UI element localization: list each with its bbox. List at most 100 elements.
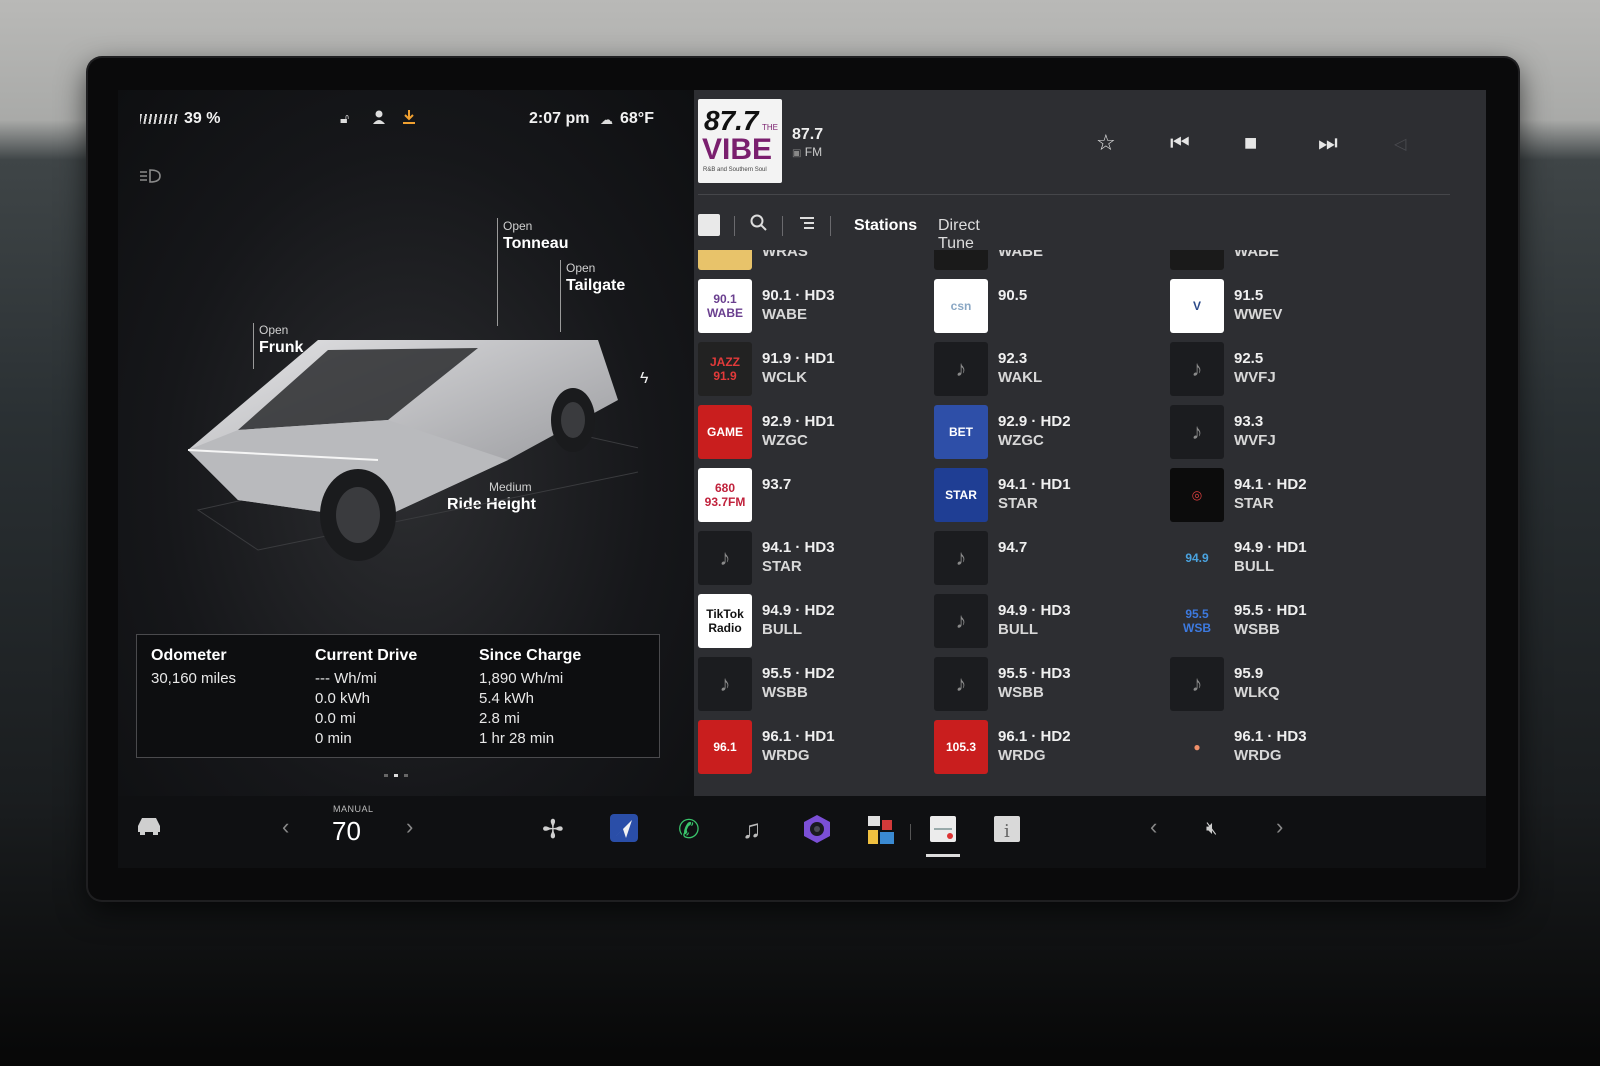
lock-icon[interactable]: 🔓︎ [340, 110, 349, 127]
clock: 2:07 pm [529, 110, 590, 127]
next-track-icon[interactable]: ⏭︎ [1318, 130, 1338, 156]
station-tile[interactable]: TikTok Radio 94.9 · HD2 BULL [698, 594, 928, 650]
page-indicator[interactable] [384, 764, 424, 777]
since-charge-duration: 1 hr 28 min [479, 730, 555, 747]
car-icon[interactable] [134, 814, 164, 842]
odometer-title: Odometer [151, 647, 227, 664]
station-frequency: 94.1 · HD1 [998, 476, 1071, 493]
station-tile[interactable]: ♪ 95.5 · HD3 WSBB [934, 657, 1164, 713]
station-callsign: WWEV [1234, 306, 1283, 323]
station-tile[interactable]: JAZZ 91.9 91.9 · HD1 WCLK [698, 342, 928, 398]
source-radio-icon[interactable] [698, 214, 720, 236]
music-note-icon: ♪ [1170, 405, 1224, 459]
charge-port-icon[interactable]: ϟ [640, 370, 648, 388]
station-logo: 105.3 [934, 720, 988, 774]
station-tile[interactable]: ♪ 92.3 WAKL [934, 342, 1164, 398]
search-icon[interactable] [750, 214, 768, 237]
station-tile[interactable]: ♪ 93.3 WVFJ [1170, 405, 1400, 461]
station-tile[interactable]: BET 92.9 · HD2 WZGC [934, 405, 1164, 461]
station-frequency: 93.3 [1234, 413, 1264, 430]
weather-icon: ☁ [600, 112, 613, 127]
station-callsign: WSBB [762, 684, 808, 701]
station-grid: HD88.5 · HD3WRAS BE90.1 · HD1WABE BE90.1 ·… [694, 250, 1486, 796]
station-frequency: 94.9 · HD2 [762, 602, 835, 619]
now-playing-station-logo: 87.7 THE VIBE R&B and Southern Soul [698, 99, 782, 183]
volume-down-chevron-icon[interactable]: ‹ [1150, 814, 1157, 840]
station-logo: JAZZ 91.9 [698, 342, 752, 396]
toybox-app-icon[interactable] [866, 814, 896, 853]
station-frequency: 95.5 · HD2 [762, 665, 835, 682]
now-playing-frequency: 87.7 [792, 126, 824, 143]
station-frequency: 90.5 [998, 287, 1028, 304]
station-frequency: 95.5 · HD1 [1234, 602, 1307, 619]
station-tile[interactable]: HD88.5 · HD3WRAS [698, 250, 928, 272]
cabin-temperature[interactable]: 70 [332, 816, 361, 847]
station-tile[interactable]: ♪ 94.1 · HD3 STAR [698, 531, 928, 587]
station-tile[interactable]: STAR 94.1 · HD1 STAR [934, 468, 1164, 524]
station-tile[interactable]: ♪ 94.9 · HD3 BULL [934, 594, 1164, 650]
station-tile[interactable]: BE90.1 · HD2WABE [1170, 250, 1400, 272]
music-note-icon: ♪ [698, 531, 752, 585]
station-logo: V [1170, 279, 1224, 333]
station-frequency: 94.9 · HD1 [1234, 539, 1307, 556]
favorite-star-icon[interactable]: ☆ [1096, 130, 1116, 156]
station-frequency: 92.3 [998, 350, 1028, 367]
volume-muted-icon[interactable]: 🔇︎ [1206, 818, 1217, 839]
current-drive-title: Current Drive [315, 647, 418, 664]
odometer-section: Odometer 30,160 miles [151, 647, 236, 689]
station-tile[interactable]: ♪ 95.5 · HD2 WSBB [698, 657, 928, 713]
odometer-value: 30,160 miles [151, 670, 237, 687]
station-tile[interactable]: ◎ 94.1 · HD2 STAR [1170, 468, 1400, 524]
camera-app-icon[interactable] [802, 814, 832, 851]
music-note-icon: ♪ [698, 657, 752, 711]
station-tile[interactable]: ♪ 92.5 WVFJ [1170, 342, 1400, 398]
outside-temperature: 68°F [620, 110, 654, 127]
tab-direct-tune[interactable]: Direct Tune [938, 217, 980, 253]
current-drive-section: Current Drive --- Wh/mi 0.0 kWh 0.0 mi 0… [315, 647, 417, 749]
station-callsign: WSBB [998, 684, 1044, 701]
trip-stats-card[interactable]: Odometer 30,160 miles Current Drive --- … [136, 634, 660, 758]
station-tile[interactable]: ♪ 94.7 [934, 531, 1164, 587]
station-tile[interactable]: BE90.1 · HD1WABE [934, 250, 1164, 272]
station-tile[interactable]: 96.1 96.1 · HD1 WRDG [698, 720, 928, 776]
station-tile[interactable]: 90.1 WABE 90.1 · HD3 WABE [698, 279, 928, 335]
station-callsign: WRAS [762, 250, 808, 260]
profile-icon[interactable] [372, 109, 386, 125]
station-frequency: 94.7 [998, 539, 1028, 556]
station-logo: STAR [934, 468, 988, 522]
download-icon[interactable] [402, 109, 416, 125]
station-tile[interactable]: 94.9 94.9 · HD1 BULL [1170, 531, 1400, 587]
station-tile[interactable]: 95.5 WSB 95.5 · HD1 WSBB [1170, 594, 1400, 650]
radio-app-icon[interactable] [928, 814, 958, 851]
previous-track-icon[interactable]: ⏮︎ [1170, 130, 1190, 156]
fan-icon[interactable]: ✢ [542, 814, 564, 845]
auto-headlights-icon[interactable] [138, 168, 162, 186]
queue-list-icon[interactable] [798, 214, 816, 237]
station-callsign: WZGC [762, 432, 808, 449]
svg-text:i: i [1004, 821, 1010, 842]
station-tile[interactable]: GAME 92.9 · HD1 WZGC [698, 405, 928, 461]
station-tile[interactable]: 105.3 96.1 · HD2 WRDG [934, 720, 1164, 776]
tonneau-button[interactable]: Tonneau [503, 235, 568, 253]
station-tile[interactable]: 680 93.7FM 93.7 [698, 468, 928, 524]
tab-stations[interactable]: Stations [854, 217, 917, 235]
station-tile[interactable]: ● 96.1 · HD3 WRDG [1170, 720, 1400, 776]
music-note-icon[interactable]: ♫ [742, 814, 762, 845]
info-manual-icon[interactable]: i [992, 814, 1022, 851]
volume-up-chevron-icon[interactable]: › [1276, 814, 1283, 840]
tailgate-button[interactable]: Tailgate [566, 277, 625, 295]
station-callsign: BULL [1234, 558, 1274, 575]
station-tile[interactable]: csn 90.5 [934, 279, 1164, 335]
station-frequency: 92.5 [1234, 350, 1264, 367]
climate-mode-label: MANUAL [333, 804, 374, 814]
station-frequency: 93.7 [762, 476, 792, 493]
station-tile[interactable]: ♪ 95.9 WLKQ [1170, 657, 1400, 713]
navigation-app-icon[interactable] [610, 814, 638, 849]
more-options-icon[interactable]: ◁ [1394, 134, 1406, 154]
temp-down-chevron-icon[interactable]: ‹ [282, 814, 289, 840]
stop-icon[interactable]: ■ [1244, 130, 1257, 156]
current-drive-duration: 0 min [315, 730, 352, 747]
phone-icon[interactable]: ✆ [678, 814, 700, 845]
temp-up-chevron-icon[interactable]: › [406, 814, 413, 840]
station-tile[interactable]: V 91.5 WWEV [1170, 279, 1400, 335]
